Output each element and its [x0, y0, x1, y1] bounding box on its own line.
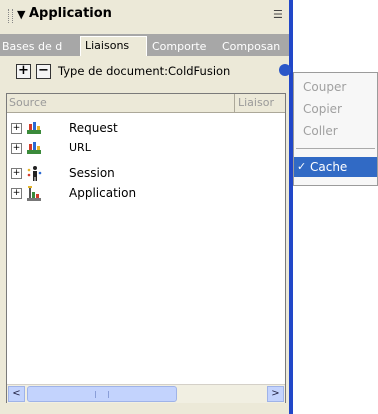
list-header: Source Liaisor — [7, 94, 285, 113]
panel-title: Application — [29, 6, 112, 21]
menu-separator — [296, 148, 375, 149]
menu-item-label: Copier — [303, 102, 342, 116]
request-icon — [27, 122, 41, 134]
tab-composants[interactable]: Composan — [222, 38, 288, 56]
remove-binding-button[interactable]: − — [36, 64, 51, 79]
list-item-label: URL — [69, 141, 91, 154]
expand-icon[interactable]: + — [11, 143, 22, 154]
menu-item-label: Coller — [303, 124, 338, 138]
panel-options-menu-icon[interactable]: ☰ — [273, 8, 283, 21]
refresh-icon[interactable] — [279, 64, 291, 76]
add-binding-button[interactable]: + — [16, 64, 31, 79]
tab-liaisons[interactable]: Liaisons — [80, 36, 147, 57]
expand-icon[interactable]: + — [11, 123, 22, 134]
checkmark-icon: ✓ — [297, 160, 307, 173]
document-type-label: Type de document:ColdFusion — [58, 64, 231, 78]
menu-item-coller[interactable]: Coller — [294, 121, 377, 141]
application-icon — [27, 186, 41, 201]
binding-toolbar: + − Type de document:ColdFusion — [0, 56, 291, 86]
expand-icon[interactable]: + — [11, 188, 22, 199]
tab-bar: Bases de d Liaisons Comporte Composan — [0, 34, 289, 57]
tab-bases-de-donnees[interactable]: Bases de d — [2, 38, 76, 56]
list-item-label: Session — [69, 166, 115, 180]
collapse-arrow-icon[interactable]: ▼ — [17, 8, 25, 21]
column-source-header[interactable]: Source — [9, 96, 47, 109]
scroll-right-icon[interactable]: > — [267, 386, 284, 402]
scroll-left-icon[interactable]: < — [8, 386, 25, 402]
panel-titlebar[interactable]: ▼ Application ☰ — [0, 0, 289, 34]
horizontal-scrollbar[interactable]: < > — [7, 384, 285, 403]
column-liaison-header[interactable]: Liaisor — [234, 94, 274, 112]
tab-comportements[interactable]: Comporte — [152, 38, 220, 56]
url-icon — [27, 142, 41, 154]
menu-item-copier[interactable]: Copier — [294, 99, 377, 119]
session-icon — [27, 166, 42, 181]
menu-item-label: Couper — [303, 80, 347, 94]
drag-grip-icon[interactable] — [8, 9, 13, 23]
application-panel: ▼ Application ☰ Bases de d Liaisons Comp… — [0, 0, 293, 414]
list-item-label: Request — [69, 121, 118, 135]
thumb-grip-icon — [95, 391, 109, 398]
scroll-thumb[interactable] — [27, 386, 177, 402]
list-item-label: Application — [69, 186, 137, 200]
bindings-list: Source Liaisor + Request + URL + Session… — [6, 93, 286, 403]
menu-item-cache[interactable]: ✓ Cache — [294, 157, 377, 177]
menu-item-label: Cache — [310, 160, 348, 174]
context-menu: Couper Copier Coller ✓ Cache — [293, 72, 378, 186]
menu-item-couper[interactable]: Couper — [294, 77, 377, 97]
expand-icon[interactable]: + — [11, 168, 22, 179]
